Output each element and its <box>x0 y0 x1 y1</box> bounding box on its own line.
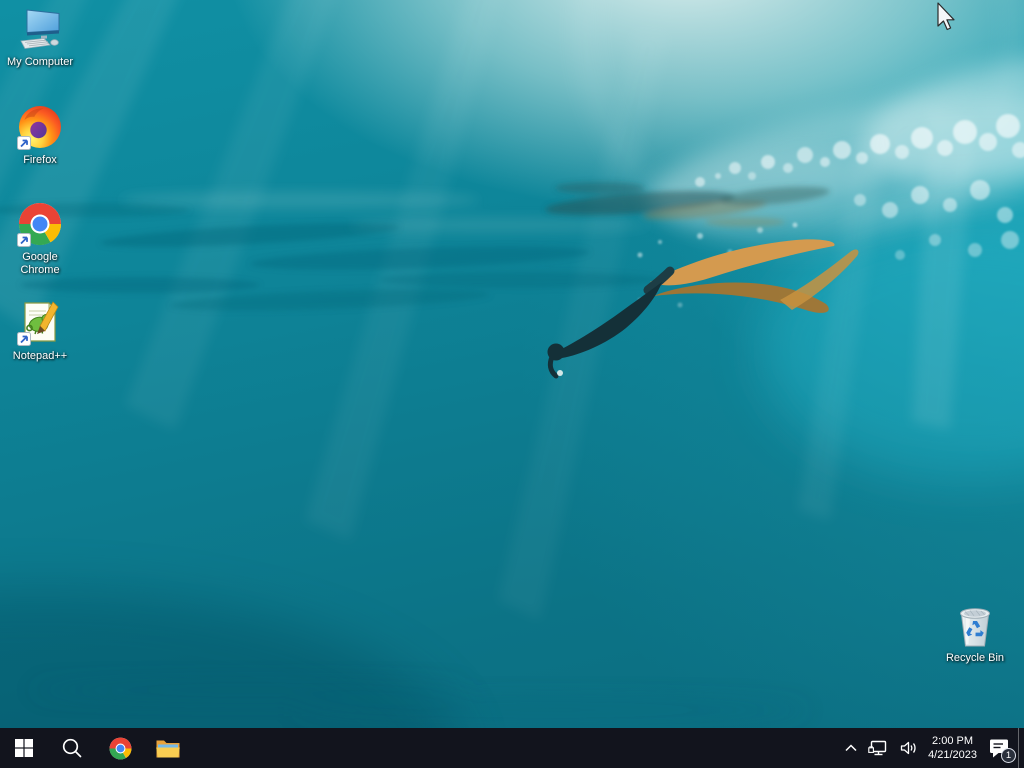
wallpaper <box>0 0 1024 768</box>
desktop-icon-notepad-plus-plus[interactable]: Notepad++ <box>2 299 78 363</box>
system-tray: 2:00 PM 4/21/2023 1 <box>839 728 1024 768</box>
taskbar-file-explorer-button[interactable] <box>144 728 192 768</box>
notification-badge: 1 <box>1001 748 1016 763</box>
desktop-icon-label: Google Chrome <box>20 251 60 276</box>
search-icon <box>62 738 82 758</box>
chrome-icon <box>17 203 62 247</box>
taskbar: 2:00 PM 4/21/2023 1 <box>0 728 1024 768</box>
firefox-icon <box>17 106 61 150</box>
clock-time: 2:00 PM <box>932 735 974 747</box>
taskbar-search-button[interactable] <box>48 728 96 768</box>
network-ethernet-icon <box>868 740 887 756</box>
taskbar-clock[interactable]: 2:00 PM 4/21/2023 <box>923 728 982 768</box>
desktop-icon-label: Recycle Bin <box>945 652 1005 664</box>
network-tray-button[interactable] <box>863 728 894 768</box>
recycle-bin-empty-icon <box>960 608 990 647</box>
this-pc-icon <box>20 9 60 49</box>
chevron-up-icon <box>845 744 857 752</box>
desktop-icon-firefox[interactable]: Firefox <box>2 103 78 167</box>
notepad-plus-plus-icon <box>17 301 59 346</box>
desktop: My Computer Firefox Google Chrome Notepa… <box>0 0 1024 768</box>
taskbar-chrome-button[interactable] <box>96 728 144 768</box>
desktop-icon-recycle-bin[interactable]: Recycle Bin <box>934 601 1016 665</box>
volume-icon <box>900 741 916 755</box>
desktop-icon-label: My Computer <box>6 56 74 68</box>
file-explorer-icon <box>156 740 180 758</box>
hidden-icons-button[interactable] <box>839 728 863 768</box>
mouse-cursor <box>937 2 955 31</box>
desktop-icon-label: Notepad++ <box>12 350 68 362</box>
wallpaper-art <box>0 0 1024 768</box>
desktop-icon-google-chrome[interactable]: Google Chrome <box>2 200 78 277</box>
desktop-icon-label: Firefox <box>23 154 57 166</box>
chrome-icon <box>109 737 131 759</box>
clock-date: 4/21/2023 <box>928 749 977 761</box>
desktop-icon-my-computer[interactable]: My Computer <box>2 5 78 69</box>
start-button[interactable] <box>0 728 48 768</box>
action-center-button[interactable]: 1 <box>982 728 1018 768</box>
windows-logo-icon <box>15 739 33 757</box>
show-desktop-button[interactable] <box>1018 728 1024 768</box>
volume-tray-button[interactable] <box>894 728 923 768</box>
